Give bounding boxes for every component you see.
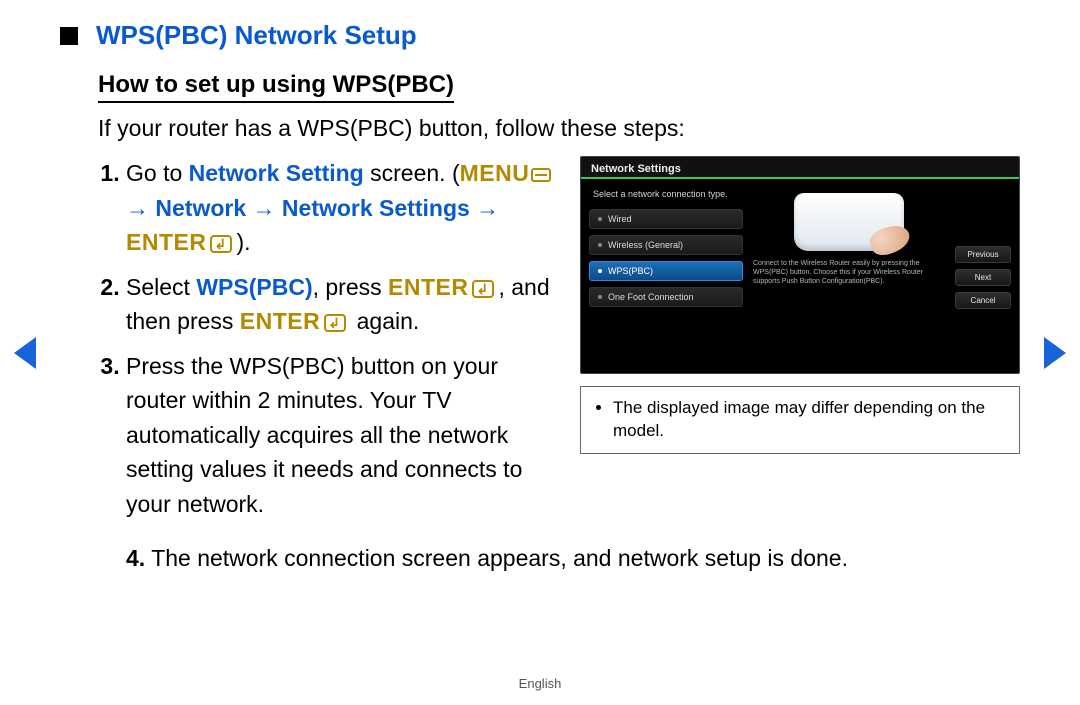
arrow-3: →: [470, 195, 499, 221]
step2-a: Select: [126, 274, 196, 300]
step2-d: again.: [350, 308, 419, 334]
enter-key-3: ENTER: [240, 308, 320, 334]
step1-part-b: screen. (: [364, 160, 460, 186]
tv-instruction: Select a network connection type.: [593, 189, 743, 199]
option-wireless-label: Wireless (General): [608, 240, 683, 250]
title-bullet-icon: [60, 27, 78, 45]
image-note-text: The displayed image may differ depending…: [613, 397, 1005, 443]
enter-key-1: ENTER: [126, 229, 206, 255]
router-illustration: [794, 193, 904, 251]
sub-heading: How to set up using WPS(PBC): [98, 71, 454, 103]
enter-icon: [210, 235, 232, 253]
page-footer: English: [0, 676, 1080, 691]
option-wired[interactable]: Wired: [589, 209, 743, 229]
tv-description: Connect to the Wireless Router easily by…: [751, 259, 947, 286]
arrow-2: →: [246, 195, 282, 221]
image-note: The displayed image may differ depending…: [580, 386, 1020, 454]
tv-cancel-button[interactable]: Cancel: [955, 292, 1011, 309]
option-wired-label: Wired: [608, 214, 632, 224]
page-title-row: WPS(PBC) Network Setup: [60, 20, 1020, 51]
menu-icon: [531, 168, 551, 182]
step4-number: 4.: [126, 545, 145, 571]
wps-link: WPS(PBC): [196, 274, 312, 300]
tv-screenshot: Network Settings Select a network connec…: [580, 156, 1020, 374]
tv-header: Network Settings: [581, 157, 1019, 179]
option-wireless[interactable]: Wireless (General): [589, 235, 743, 255]
enter-icon: [324, 314, 346, 332]
arrow-1: →: [126, 195, 155, 221]
step-4: 4.The network connection screen appears,…: [126, 541, 1020, 576]
option-wps-label: WPS(PBC): [608, 266, 653, 276]
option-onefoot[interactable]: One Foot Connection: [589, 287, 743, 307]
step1-part-c: ).: [236, 229, 250, 255]
option-onefoot-label: One Foot Connection: [608, 292, 694, 302]
intro-text: If your router has a WPS(PBC) button, fo…: [98, 115, 1020, 142]
option-wps[interactable]: WPS(PBC): [589, 261, 743, 281]
enter-key-2: ENTER: [388, 274, 468, 300]
step1-part-a: Go to: [126, 160, 189, 186]
network-setting-link: Network Setting: [189, 160, 364, 186]
step-3: Press the WPS(PBC) button on your router…: [126, 349, 560, 522]
network-link-1: Network: [155, 195, 246, 221]
step-2: Select WPS(PBC), press ENTER, and then p…: [126, 270, 560, 339]
step2-b: , press: [313, 274, 388, 300]
page-title: WPS(PBC) Network Setup: [96, 20, 417, 51]
enter-icon: [472, 280, 494, 298]
step4-text: The network connection screen appears, a…: [151, 545, 848, 571]
menu-key: MENU: [460, 160, 530, 186]
network-settings-link: Network Settings: [282, 195, 470, 221]
step-1: Go to Network Setting screen. (MENU → Ne…: [126, 156, 560, 260]
tv-next-button[interactable]: Next: [955, 269, 1011, 286]
tv-previous-button[interactable]: Previous: [955, 246, 1011, 263]
